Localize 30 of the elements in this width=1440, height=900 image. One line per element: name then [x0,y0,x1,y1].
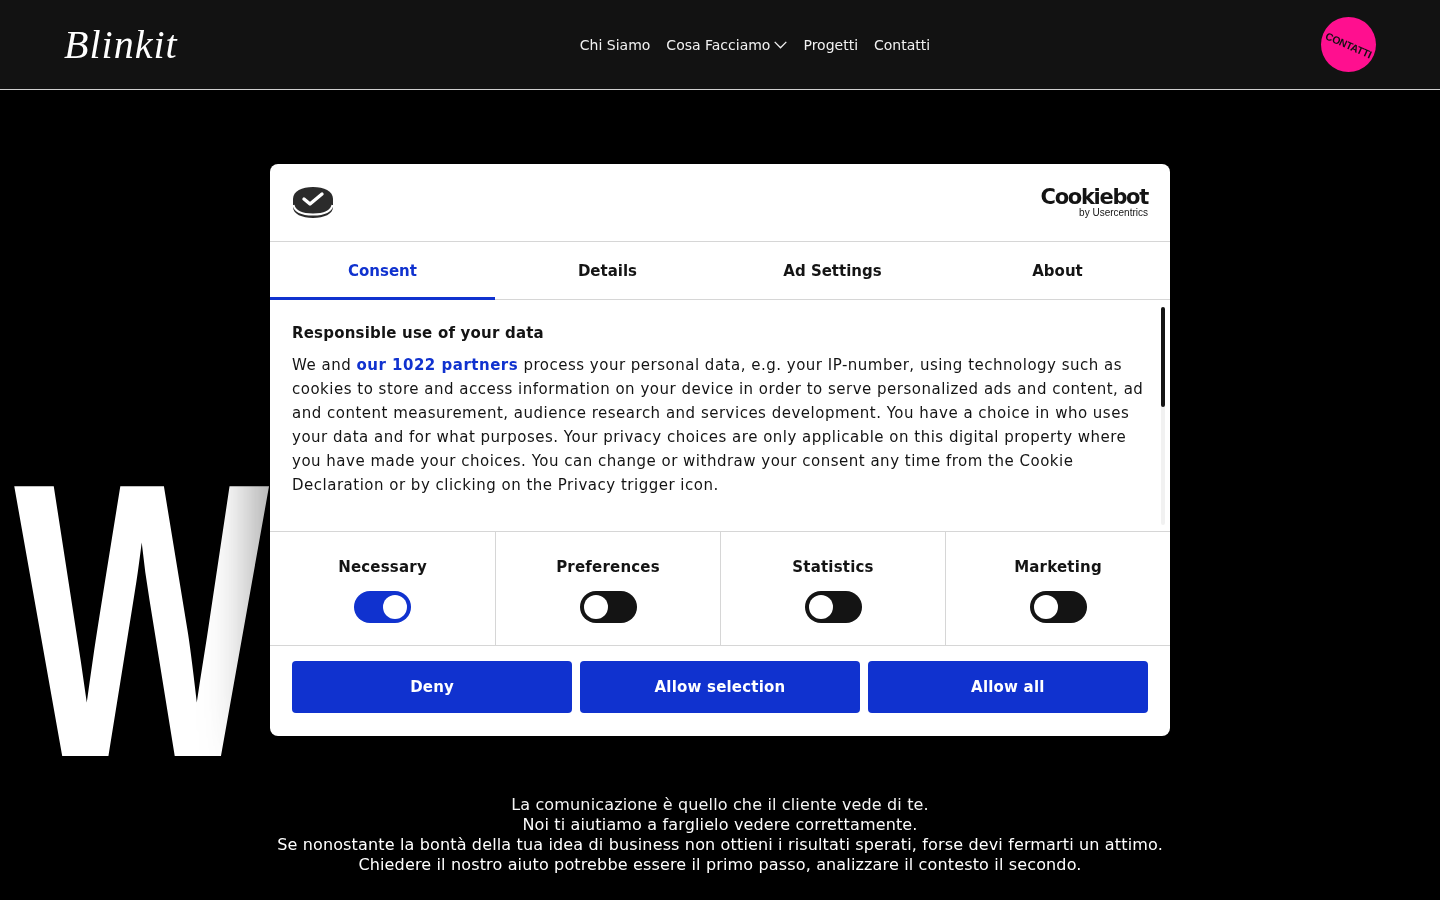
toggle-switch[interactable] [804,591,862,623]
category-label: Preferences [556,557,660,578]
category-label: Statistics [792,557,874,578]
consent-button[interactable]: Deny [292,661,573,713]
hero-heading: W [14,477,270,764]
category-label: Marketing [1014,557,1102,578]
nav-link[interactable]: Contatti [874,34,931,55]
tab[interactable]: Details [495,242,720,300]
tab[interactable]: Consent [270,242,495,300]
partners-link[interactable]: our 1022 partners [356,356,519,374]
scrollbar-thumb[interactable] [1161,307,1165,407]
logo[interactable]: Blinkit [64,24,189,65]
consent-button[interactable]: Allow all [867,661,1148,713]
tab[interactable]: Ad Settings [720,242,945,300]
toggle-switch[interactable] [579,591,637,623]
toggle-switch[interactable] [1029,591,1087,623]
category-label: Necessary [338,557,427,578]
consent-button[interactable]: Allow selection [579,661,861,713]
scrollbar-track[interactable] [1161,307,1165,525]
brand-byline: by Usercentrics [1079,207,1148,218]
tab[interactable]: About [945,242,1170,300]
section-heading: Responsible use of your data [292,323,545,344]
consent-text: We and our 1022 partners process your personal data, e.g. your IP-number, using technology such as cookies to store and access information on your device in order to serve personalized ads and content, ad and content measurement, audience research and services development. You have a choice in who uses your data and for what purposes. Your privacy choices are only applicable on this digital property where you have made your choices. You can change or withdraw your consent any time from the Cookie Declaration or by clicking on the Privacy trigger icon. [292,355,1145,496]
toggle-switch[interactable] [354,591,411,623]
nav-link[interactable]: Progetti [803,34,858,55]
nav-link[interactable]: Cosa Facciamo [666,34,788,55]
nav-link[interactable]: Chi Siamo [579,34,651,55]
chevron-down-icon [774,40,788,49]
brand-logo-text: Cookiebot [1040,187,1148,207]
intro-text: La comunicazione è quello che il cliente vede di te. Noi ti aiutiamo a farglielo vedere correttamente. Se nonostante la bontà della tua idea di business non ottieni i risultati sperati, forse devi fermarti un attimo. Chiedere il nostro aiuto potrebbe essere il primo passo, analizzare il contesto il secondo. [276,795,1164,876]
